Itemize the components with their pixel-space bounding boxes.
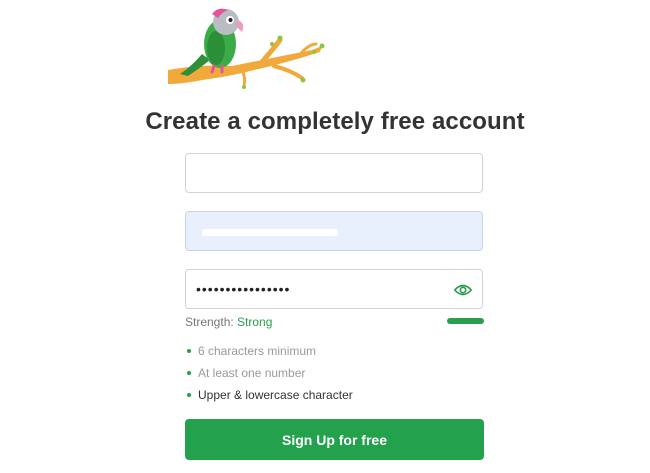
requirement-text: 6 characters minimum	[198, 344, 317, 358]
sign-up-button[interactable]: Sign Up for free	[185, 419, 484, 460]
email-field[interactable]	[185, 211, 483, 251]
name-field[interactable]	[185, 153, 483, 193]
requirement-text: Upper & lowercase character	[198, 388, 353, 402]
page-title: Create a completely free account	[145, 108, 525, 135]
strength-value: Strong	[237, 315, 273, 329]
requirement-item: Upper & lowercase character	[186, 387, 353, 409]
redacted-email-value	[202, 229, 338, 236]
password-strength: Strength: Strong	[185, 315, 272, 329]
requirement-item: At least one number	[186, 365, 353, 387]
password-requirements: 6 characters minimum At least one number…	[186, 343, 353, 409]
name-input[interactable]	[186, 154, 482, 192]
requirement-item: 6 characters minimum	[186, 343, 353, 365]
strength-label: Strength:	[185, 315, 234, 329]
password-field[interactable]	[185, 269, 483, 309]
bullet-icon	[187, 349, 191, 353]
signup-page: Create a completely free account Strengt…	[0, 0, 650, 473]
bullet-icon	[187, 371, 191, 375]
parrot-on-branch-icon	[168, 8, 325, 89]
password-input[interactable]	[186, 270, 482, 308]
eye-icon[interactable]	[454, 282, 472, 298]
bullet-icon	[187, 393, 191, 397]
strength-meter	[447, 318, 484, 324]
requirement-text: At least one number	[198, 366, 306, 380]
